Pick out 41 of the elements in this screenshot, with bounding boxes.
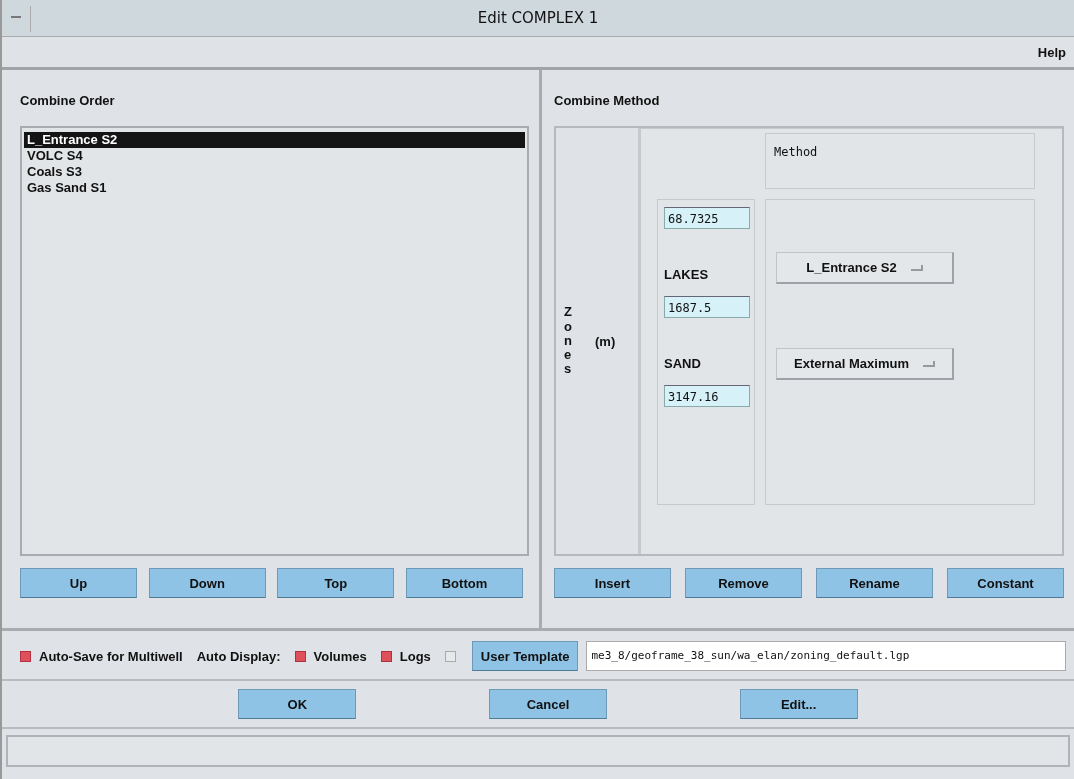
checkbox-label: Logs (399, 648, 431, 664)
zones-label: Zones (564, 305, 573, 377)
method-label: Method (774, 145, 818, 159)
depth-field[interactable]: 68.7325 (664, 207, 750, 229)
list-item[interactable]: L_Entrance S2 (24, 132, 525, 148)
button[interactable]: Edit... (739, 689, 858, 719)
window-title: Edit COMPLEX 1 (477, 9, 599, 27)
button[interactable]: Cancel (489, 689, 607, 719)
button[interactable]: Bottom (405, 568, 523, 598)
list-item[interactable]: VOLC S4 (24, 148, 525, 164)
checkbox[interactable] (444, 650, 456, 662)
button[interactable]: Up (20, 568, 137, 598)
checkbox-label: Auto-Save for Multiwell (39, 648, 183, 664)
option-menu-icon (910, 264, 923, 271)
zone-name: SAND (664, 356, 701, 371)
menu-item[interactable]: Help (1037, 44, 1066, 60)
user-template-button[interactable]: User Template (471, 641, 579, 671)
button[interactable]: Insert (554, 568, 671, 598)
checkbox[interactable] (380, 650, 392, 662)
button[interactable]: Constant (947, 568, 1064, 598)
list-item[interactable]: Coals S3 (24, 164, 525, 180)
panel-title: Combine Order (20, 91, 116, 110)
option-menu[interactable]: External Maximum (776, 348, 954, 380)
checkbox[interactable] (20, 650, 31, 662)
button[interactable]: Remove (685, 568, 802, 598)
panel-title: Combine Method (554, 91, 661, 110)
button[interactable]: Rename (816, 568, 933, 598)
option-menu[interactable]: L_Entrance S2 (776, 252, 954, 284)
label: Auto Display: (196, 648, 281, 664)
checkbox[interactable] (294, 650, 306, 662)
button[interactable]: Top (277, 568, 395, 598)
list-item[interactable]: Gas Sand S1 (24, 180, 525, 196)
depth-field[interactable]: 1687.5 (664, 296, 750, 318)
option-menu-icon (922, 360, 935, 367)
button[interactable]: OK (238, 689, 357, 719)
checkbox-label: Volumes (313, 648, 367, 664)
zone-name: LAKES (664, 267, 709, 282)
depth-field[interactable]: 3147.16 (664, 385, 750, 407)
button[interactable]: Down (148, 568, 266, 598)
unit-label: (m) (595, 333, 616, 349)
path-field[interactable]: me3_8/geoframe_38_sun/wa_elan/zoning_default.lgp (586, 641, 1066, 671)
